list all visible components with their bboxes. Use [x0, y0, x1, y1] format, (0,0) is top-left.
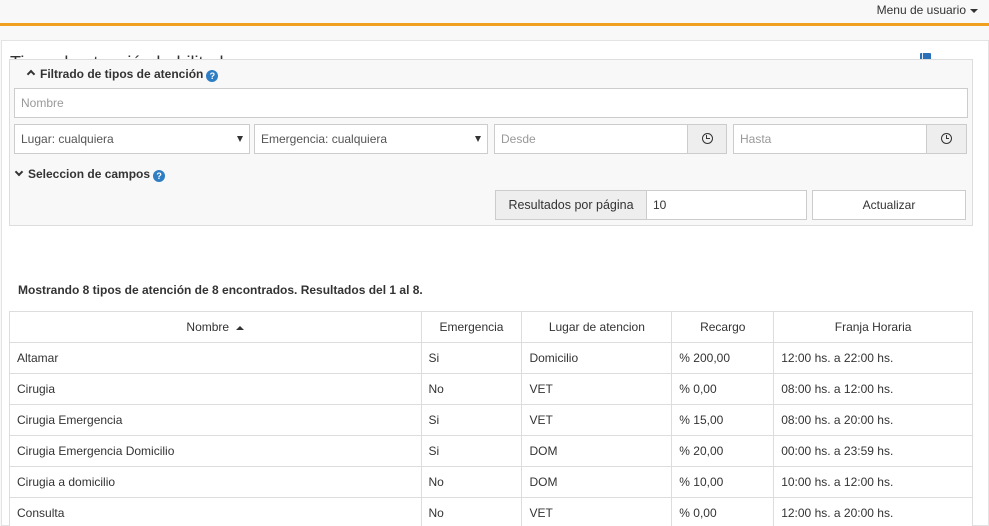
lugar-select-value: Lugar: cualquiera: [21, 132, 114, 146]
cell-recargo: % 20,00: [671, 435, 775, 467]
clock-icon: [701, 133, 713, 144]
cell-franja: 08:00 hs. a 20:00 hs.: [773, 404, 973, 436]
nombre-input[interactable]: Nombre: [14, 88, 968, 118]
cell-nombre: Cirugia Emergencia: [9, 404, 422, 436]
results-table: Nombre Emergencia Lugar de atencion Reca…: [9, 311, 973, 526]
cell-emergencia: Si: [420, 342, 523, 374]
chevron-down-icon: [14, 167, 24, 177]
cell-nombre: Altamar: [9, 342, 422, 374]
clock-icon: [941, 133, 952, 144]
cell-franja: 10:00 hs. a 12:00 hs.: [773, 466, 973, 498]
table-row: Consulta No VET % 0,00 12:00 hs. a 20:00…: [9, 497, 973, 526]
desde-input[interactable]: Desde: [494, 124, 688, 154]
cell-emergencia: No: [420, 497, 523, 526]
cell-franja: 08:00 hs. a 12:00 hs.: [773, 373, 973, 405]
table-row: Cirugia No VET % 0,00 08:00 hs. a 12:00 …: [9, 373, 973, 405]
table-row: Cirugia Emergencia Si VET % 15,00 08:00 …: [9, 404, 973, 436]
page-size-label: Resultados por página: [495, 190, 647, 220]
cell-lugar: VET: [521, 497, 673, 526]
hasta-clock-button[interactable]: [926, 124, 967, 154]
cell-recargo: % 10,00: [671, 466, 775, 498]
user-menu-label: Menu de usuario: [876, 3, 966, 17]
cell-emergencia: Si: [420, 404, 523, 436]
help-icon[interactable]: ?: [153, 170, 166, 182]
table-row: Cirugia a domicilio No DOM % 10,00 10:00…: [9, 466, 973, 498]
cell-recargo: % 0,00: [671, 497, 775, 526]
cell-lugar: VET: [521, 404, 673, 436]
table-row: Cirugia Emergencia Domicilio Si DOM % 20…: [9, 435, 973, 467]
cell-nombre: Cirugia a domicilio: [9, 466, 422, 498]
filter-toggle[interactable]: Filtrado de tipos de atención?: [26, 67, 219, 82]
cell-lugar: VET: [521, 373, 673, 405]
cell-emergencia: No: [420, 373, 523, 405]
fields-heading: Seleccion de campos: [28, 167, 151, 181]
cell-franja: 00:00 hs. a 23:59 hs.: [773, 435, 973, 467]
column-header-recargo[interactable]: Recargo: [671, 311, 775, 343]
page-size-input[interactable]: 10: [646, 190, 807, 220]
hasta-input[interactable]: Hasta: [733, 124, 927, 154]
select-arrow-icon: [237, 136, 243, 142]
sort-asc-icon: [236, 326, 245, 330]
cell-emergencia: Si: [420, 435, 523, 467]
column-header-nombre[interactable]: Nombre: [9, 311, 422, 343]
emergencia-select-value: Emergencia: cualquiera: [261, 132, 388, 146]
caret-down-icon: [970, 8, 978, 13]
emergencia-select[interactable]: Emergencia: cualquiera: [254, 124, 488, 154]
column-header-franja[interactable]: Franja Horaria: [773, 311, 973, 343]
help-icon[interactable]: ?: [206, 70, 219, 82]
update-button[interactable]: Actualizar: [812, 190, 966, 220]
cell-nombre: Cirugia: [9, 373, 422, 405]
cell-nombre: Consulta: [9, 497, 422, 526]
chevron-up-icon: [26, 69, 36, 79]
lugar-select[interactable]: Lugar: cualquiera: [14, 124, 250, 154]
filter-heading: Filtrado de tipos de atención: [40, 67, 204, 81]
desde-clock-button[interactable]: [687, 124, 727, 154]
results-summary: Mostrando 8 tipos de atención de 8 encon…: [18, 283, 423, 297]
cell-franja: 12:00 hs. a 20:00 hs.: [773, 497, 973, 526]
cell-recargo: % 0,00: [671, 373, 775, 405]
column-header-emergencia[interactable]: Emergencia: [420, 311, 523, 343]
column-header-lugar[interactable]: Lugar de atencion: [521, 311, 673, 343]
select-arrow-icon: [475, 136, 481, 142]
fields-toggle[interactable]: Seleccion de campos?: [14, 167, 166, 182]
filter-panel: Filtrado de tipos de atención? Nombre Lu…: [9, 59, 973, 226]
cell-recargo: % 200,00: [671, 342, 775, 374]
cell-recargo: % 15,00: [671, 404, 775, 436]
cell-lugar: DOM: [521, 435, 673, 467]
table-row: Altamar Si Domicilio % 200,00 12:00 hs. …: [9, 342, 973, 374]
cell-emergencia: No: [420, 466, 523, 498]
table-header-row: Nombre Emergencia Lugar de atencion Reca…: [9, 311, 973, 343]
cell-nombre: Cirugia Emergencia Domicilio: [9, 435, 422, 467]
cell-franja: 12:00 hs. a 22:00 hs.: [773, 342, 973, 374]
user-menu[interactable]: Menu de usuario: [877, 3, 978, 17]
cell-lugar: DOM: [521, 466, 673, 498]
top-navbar: Menu de usuario: [0, 0, 989, 26]
cell-lugar: Domicilio: [521, 342, 673, 374]
